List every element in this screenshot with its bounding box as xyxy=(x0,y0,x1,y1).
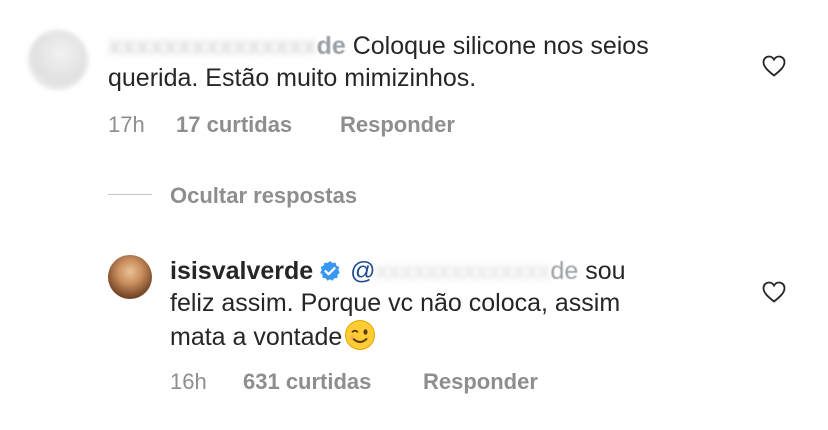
comment-2-body-line2: feliz assim. Porque vc não coloca, assim xyxy=(170,289,621,317)
comment-2-text: isisvalverde @xxxxxxxxxxxxxxde sou feliz… xyxy=(170,255,770,353)
replies-divider xyxy=(108,194,152,195)
comment-1-reply-button[interactable]: Responder xyxy=(340,112,455,138)
comment-1-username[interactable]: xxxxxxxxxxxxxxxde xyxy=(108,32,346,60)
comment-1-body-line2: querida. Estão muito mimizinhos. xyxy=(108,64,477,92)
comment-1-likes[interactable]: 17 curtidas xyxy=(176,112,292,138)
commenter-avatar[interactable] xyxy=(28,30,88,90)
comment-1-time: 17h xyxy=(108,112,145,137)
winking-face-emoji-icon xyxy=(345,320,376,350)
like-heart-icon[interactable] xyxy=(762,55,786,77)
comment-1-body-line1: Coloque silicone nos seios xyxy=(352,32,649,60)
like-heart-icon[interactable] xyxy=(762,281,786,303)
comment-2-body-line3: mata a vontade xyxy=(170,323,343,351)
comment-2-mention[interactable]: @xxxxxxxxxxxxxxde xyxy=(350,257,578,285)
comment-2-time: 16h xyxy=(170,369,207,394)
comment-2-likes[interactable]: 631 curtidas xyxy=(243,369,371,395)
verified-badge-icon xyxy=(320,261,340,281)
comment-2-username[interactable]: isisvalverde xyxy=(170,257,313,285)
isisvalverde-avatar[interactable] xyxy=(108,255,152,299)
hide-replies-button[interactable]: Ocultar respostas xyxy=(170,183,357,209)
comment-2-reply-button[interactable]: Responder xyxy=(423,369,538,395)
comment-2-body-line1-end: sou xyxy=(585,257,626,285)
comment-1-text: xxxxxxxxxxxxxxxde Coloque silicone nos s… xyxy=(108,30,708,94)
